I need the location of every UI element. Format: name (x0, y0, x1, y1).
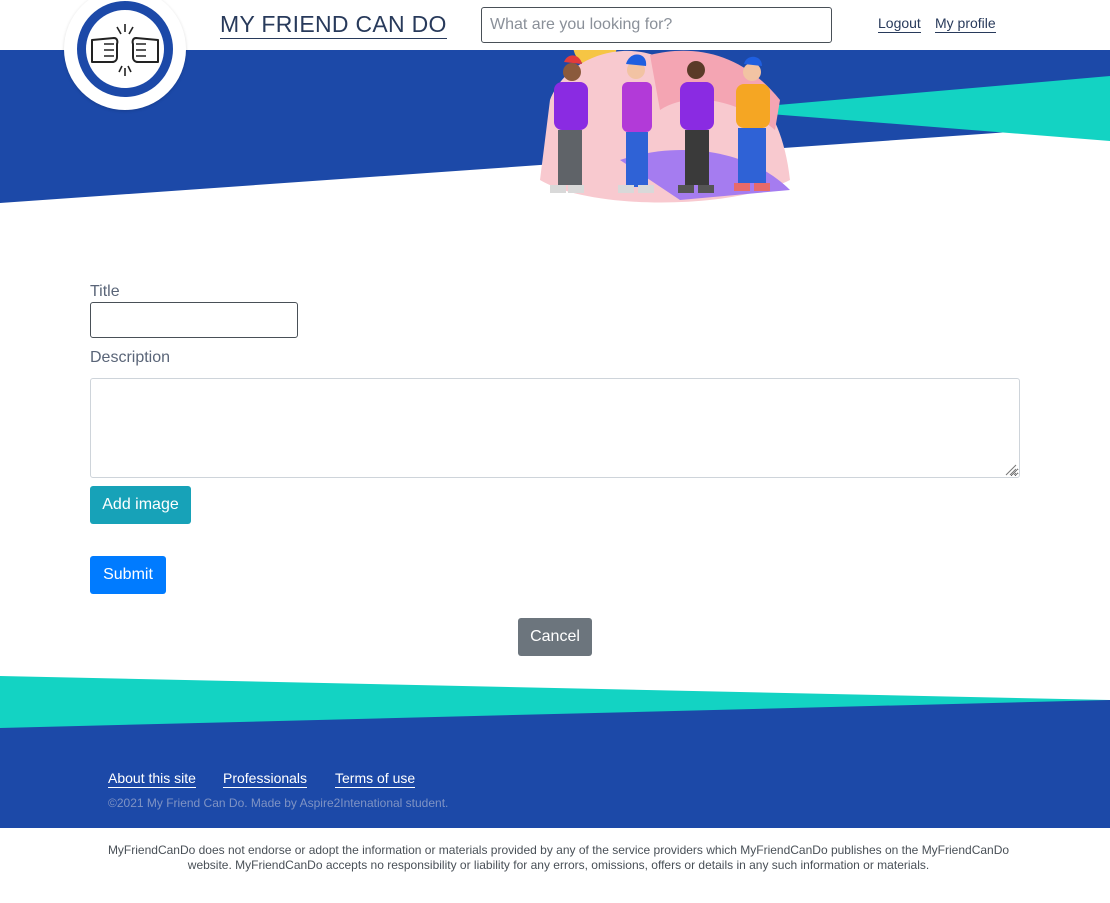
disclaimer-text: MyFriendCanDo does not endorse or adopt … (107, 843, 1010, 872)
fist-bump-icon (91, 24, 159, 76)
footer-link-terms[interactable]: Terms of use (335, 770, 416, 788)
title-label: Title (90, 283, 120, 300)
my-profile-link[interactable]: My profile (935, 15, 996, 33)
people-illustration (540, 40, 790, 203)
resize-grip-icon[interactable] (1003, 462, 1017, 476)
footer-link-about[interactable]: About this site (108, 770, 196, 788)
description-label: Description (90, 349, 171, 366)
footer-link-professionals[interactable]: Professionals (223, 770, 308, 788)
site-brand[interactable]: MY FRIEND CAN DO (220, 11, 447, 39)
logo-ring (77, 1, 173, 97)
title-input[interactable] (90, 302, 298, 338)
search-input[interactable] (481, 7, 832, 43)
cancel-button[interactable]: Cancel (518, 618, 592, 656)
add-image-button[interactable]: Add image (90, 486, 191, 524)
description-textarea[interactable] (90, 378, 1020, 478)
copyright-text: ©2021 My Friend Can Do. Made by Aspire2I… (108, 796, 449, 810)
submit-button[interactable]: Submit (90, 556, 166, 594)
logout-link[interactable]: Logout (878, 15, 921, 33)
